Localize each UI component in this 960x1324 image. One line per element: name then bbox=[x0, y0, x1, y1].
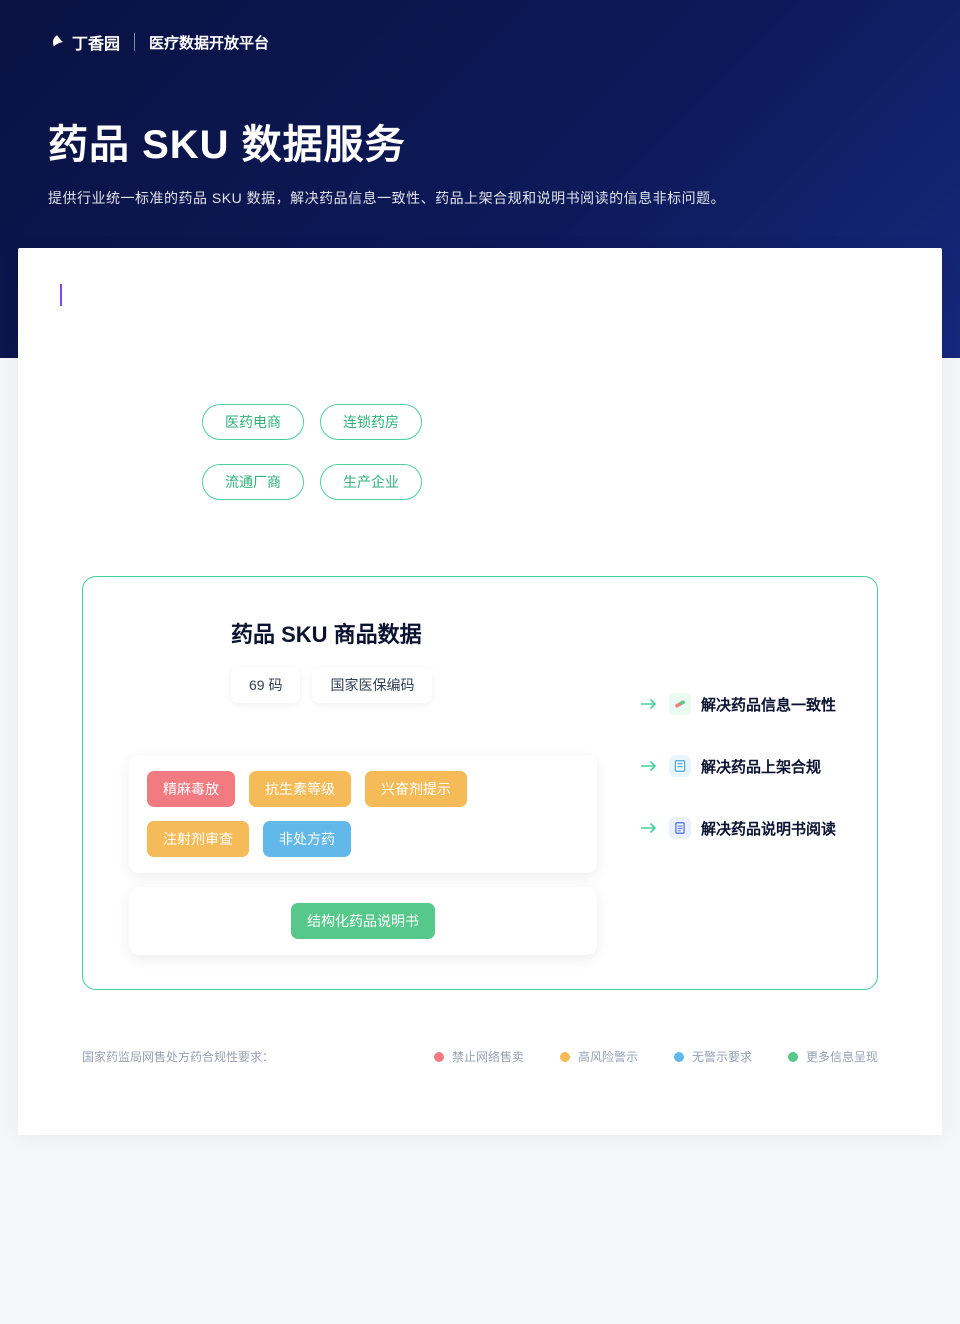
leaf-icon bbox=[48, 33, 66, 51]
source-pill: 连锁药房 bbox=[320, 404, 422, 440]
brand-name: 丁香园 bbox=[72, 30, 120, 54]
compliance-chip: 注射剂审查 bbox=[147, 821, 249, 857]
source-pill: 流通厂商 bbox=[202, 464, 304, 500]
output-item: 解决药品上架合规 bbox=[641, 755, 847, 777]
code-row: 69 码 国家医保编码 bbox=[231, 667, 597, 703]
source-pills: 医药电商 连锁药房 流通厂商 生产企业 bbox=[82, 404, 878, 500]
legend-row: 国家药监局网售处方药合规性要求： 禁止网络售卖 高风险警示 无警示要求 更多信息… bbox=[82, 1048, 878, 1065]
pill-icon bbox=[669, 693, 691, 715]
legend-label: 无警示要求 bbox=[692, 1048, 752, 1065]
source-pill: 生产企业 bbox=[320, 464, 422, 500]
card-left-column: 69 码 国家医保编码 精麻毒放 抗生素等级 兴奋剂提示 注射剂审查 非处方药 bbox=[113, 649, 597, 955]
outputs-column: 解决药品信息一致性 解决药品上架合规 bbox=[641, 649, 847, 955]
sku-data-card: 药品 SKU 商品数据 69 码 国家医保编码 精麻毒放 抗生素等级 兴奋剂提示 bbox=[82, 576, 878, 990]
compliance-chip: 非处方药 bbox=[263, 821, 351, 857]
brand-logo: 丁香园 bbox=[48, 30, 120, 54]
source-row-1: 医药电商 连锁药房 bbox=[202, 404, 878, 440]
legend-lead: 国家药监局网售处方药合规性要求： bbox=[82, 1048, 274, 1065]
header-row: 丁香园 医疗数据开放平台 bbox=[48, 30, 912, 54]
compliance-tags-card: 精麻毒放 抗生素等级 兴奋剂提示 注射剂审查 非处方药 bbox=[129, 755, 597, 873]
output-label: 解决药品上架合规 bbox=[701, 756, 821, 777]
legend-dot-icon bbox=[434, 1052, 444, 1062]
legend-item: 无警示要求 bbox=[674, 1048, 752, 1065]
legend-dot-icon bbox=[560, 1052, 570, 1062]
card-title: 药品 SKU 商品数据 bbox=[231, 617, 847, 649]
legend-item: 高风险警示 bbox=[560, 1048, 638, 1065]
arrow-right-icon bbox=[641, 760, 659, 772]
legend-item: 更多信息呈现 bbox=[788, 1048, 878, 1065]
legend-label: 禁止网络售卖 bbox=[452, 1048, 524, 1065]
form-icon bbox=[669, 755, 691, 777]
code-tag: 国家医保编码 bbox=[312, 667, 432, 703]
output-label: 解决药品信息一致性 bbox=[701, 694, 836, 715]
header-divider bbox=[134, 33, 135, 51]
source-row-2: 流通厂商 生产企业 bbox=[202, 464, 878, 500]
legend-dot-icon bbox=[674, 1052, 684, 1062]
content-surface: 医药电商 连锁药房 流通厂商 生产企业 药品 SKU 商品数据 69 码 国家医… bbox=[18, 248, 942, 1135]
legend-label: 更多信息呈现 bbox=[806, 1048, 878, 1065]
document-icon bbox=[669, 817, 691, 839]
legend-label: 高风险警示 bbox=[578, 1048, 638, 1065]
accent-marker bbox=[60, 284, 62, 306]
compliance-chip: 抗生素等级 bbox=[249, 771, 351, 807]
arrow-right-icon bbox=[641, 822, 659, 834]
page-subtitle: 提供行业统一标准的药品 SKU 数据，解决药品信息一致性、药品上架合规和说明书阅… bbox=[48, 188, 912, 208]
arrow-right-icon bbox=[641, 698, 659, 710]
structured-manual-card: 结构化药品说明书 bbox=[129, 887, 597, 955]
output-item: 解决药品信息一致性 bbox=[641, 693, 847, 715]
structured-chip: 结构化药品说明书 bbox=[291, 903, 435, 939]
compliance-chip: 兴奋剂提示 bbox=[365, 771, 467, 807]
legend-dot-icon bbox=[788, 1052, 798, 1062]
output-label: 解决药品说明书阅读 bbox=[701, 818, 836, 839]
page-title: 药品 SKU 数据服务 bbox=[48, 112, 912, 170]
output-item: 解决药品说明书阅读 bbox=[641, 817, 847, 839]
source-pill: 医药电商 bbox=[202, 404, 304, 440]
code-tag: 69 码 bbox=[231, 667, 300, 703]
compliance-chip: 精麻毒放 bbox=[147, 771, 235, 807]
platform-name: 医疗数据开放平台 bbox=[149, 32, 269, 53]
legend-item: 禁止网络售卖 bbox=[434, 1048, 524, 1065]
